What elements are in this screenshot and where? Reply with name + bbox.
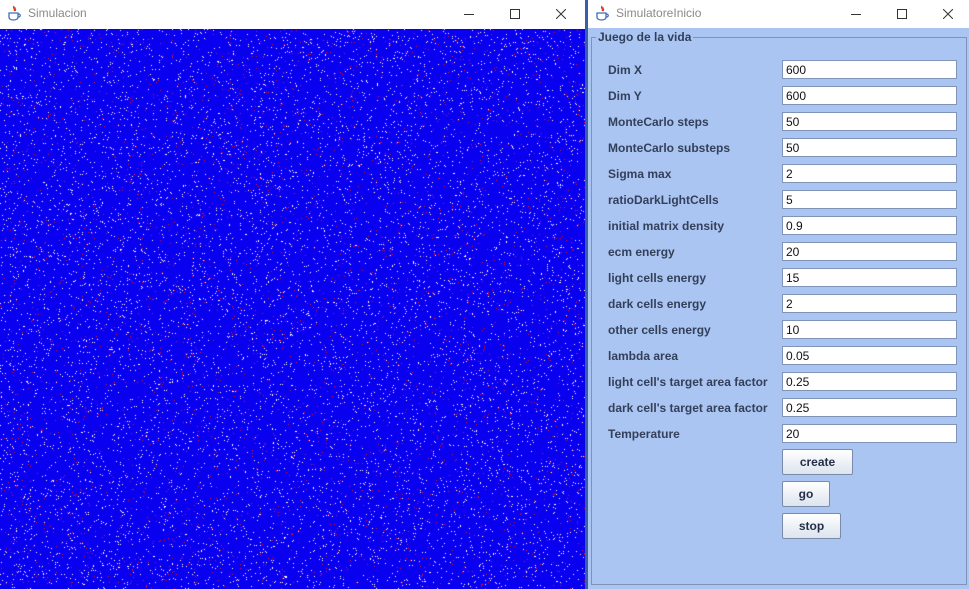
minimize-button[interactable] (446, 0, 492, 28)
go-button[interactable]: go (782, 481, 830, 507)
dim-y-input[interactable]: 600 (782, 86, 957, 105)
dark-cell-target-area-input[interactable]: 0.25 (782, 398, 957, 417)
field-label: dark cell's target area factor (608, 401, 768, 415)
field-label: ratioDarkLightCells (608, 193, 719, 207)
sigma-max-input[interactable]: 2 (782, 164, 957, 183)
montecarlo-substeps-input[interactable]: 50 (782, 138, 957, 157)
field-label: Dim X (608, 63, 643, 77)
minimize-icon (851, 14, 861, 15)
group-box: Juego de la vida Dim X 600 Dim Y 600 Mon… (591, 31, 967, 585)
field-label: MonteCarlo substeps (608, 141, 731, 155)
field-label: light cell's target area factor (608, 375, 768, 389)
simulation-lattice-canvas (0, 29, 585, 589)
field-label: MonteCarlo steps (608, 115, 709, 129)
maximize-icon (897, 9, 907, 19)
group-box-title: Juego de la vida (596, 30, 694, 44)
light-cells-energy-input[interactable]: 15 (782, 268, 957, 287)
field-label: Temperature (608, 427, 680, 441)
initial-matrix-density-input[interactable]: 0.9 (782, 216, 957, 235)
control-panel: Juego de la vida Dim X 600 Dim Y 600 Mon… (588, 28, 969, 589)
montecarlo-steps-input[interactable]: 50 (782, 112, 957, 131)
lambda-area-input[interactable]: 0.05 (782, 346, 957, 365)
create-button[interactable]: create (782, 449, 853, 475)
simulation-window-title: Simulacion (28, 6, 87, 20)
maximize-icon (510, 9, 520, 19)
field-label: Dim Y (608, 89, 642, 103)
close-icon (556, 9, 566, 19)
simulation-titlebar[interactable]: Simulacion (0, 0, 585, 28)
close-icon (943, 9, 953, 19)
close-button[interactable] (538, 0, 584, 28)
ratio-dark-light-cells-input[interactable]: 5 (782, 190, 957, 209)
maximize-button[interactable] (879, 0, 925, 28)
dark-cells-energy-input[interactable]: 2 (782, 294, 957, 313)
field-label: dark cells energy (608, 297, 707, 311)
minimize-button[interactable] (833, 0, 879, 28)
java-app-icon (8, 5, 21, 21)
field-label: initial matrix density (608, 219, 725, 233)
simulator-window-title: SimulatoreInicio (616, 6, 702, 20)
field-label: Sigma max (608, 167, 672, 181)
field-label: other cells energy (608, 323, 711, 337)
simulation-window: Simulacion (0, 0, 585, 589)
stop-button[interactable]: stop (782, 513, 841, 539)
java-app-icon (596, 5, 609, 21)
field-label: lambda area (608, 349, 679, 363)
ecm-energy-input[interactable]: 20 (782, 242, 957, 261)
simulator-titlebar[interactable]: SimulatoreInicio (588, 0, 969, 28)
temperature-input[interactable]: 20 (782, 424, 957, 443)
light-cell-target-area-input[interactable]: 0.25 (782, 372, 957, 391)
close-button[interactable] (925, 0, 969, 28)
maximize-button[interactable] (492, 0, 538, 28)
field-label: light cells energy (608, 271, 707, 285)
minimize-icon (464, 14, 474, 15)
other-cells-energy-input[interactable]: 10 (782, 320, 957, 339)
simulator-start-window: SimulatoreInicio Juego de la vida Dim X … (588, 0, 969, 589)
field-label: ecm energy (608, 245, 675, 259)
dim-x-input[interactable]: 600 (782, 60, 957, 79)
